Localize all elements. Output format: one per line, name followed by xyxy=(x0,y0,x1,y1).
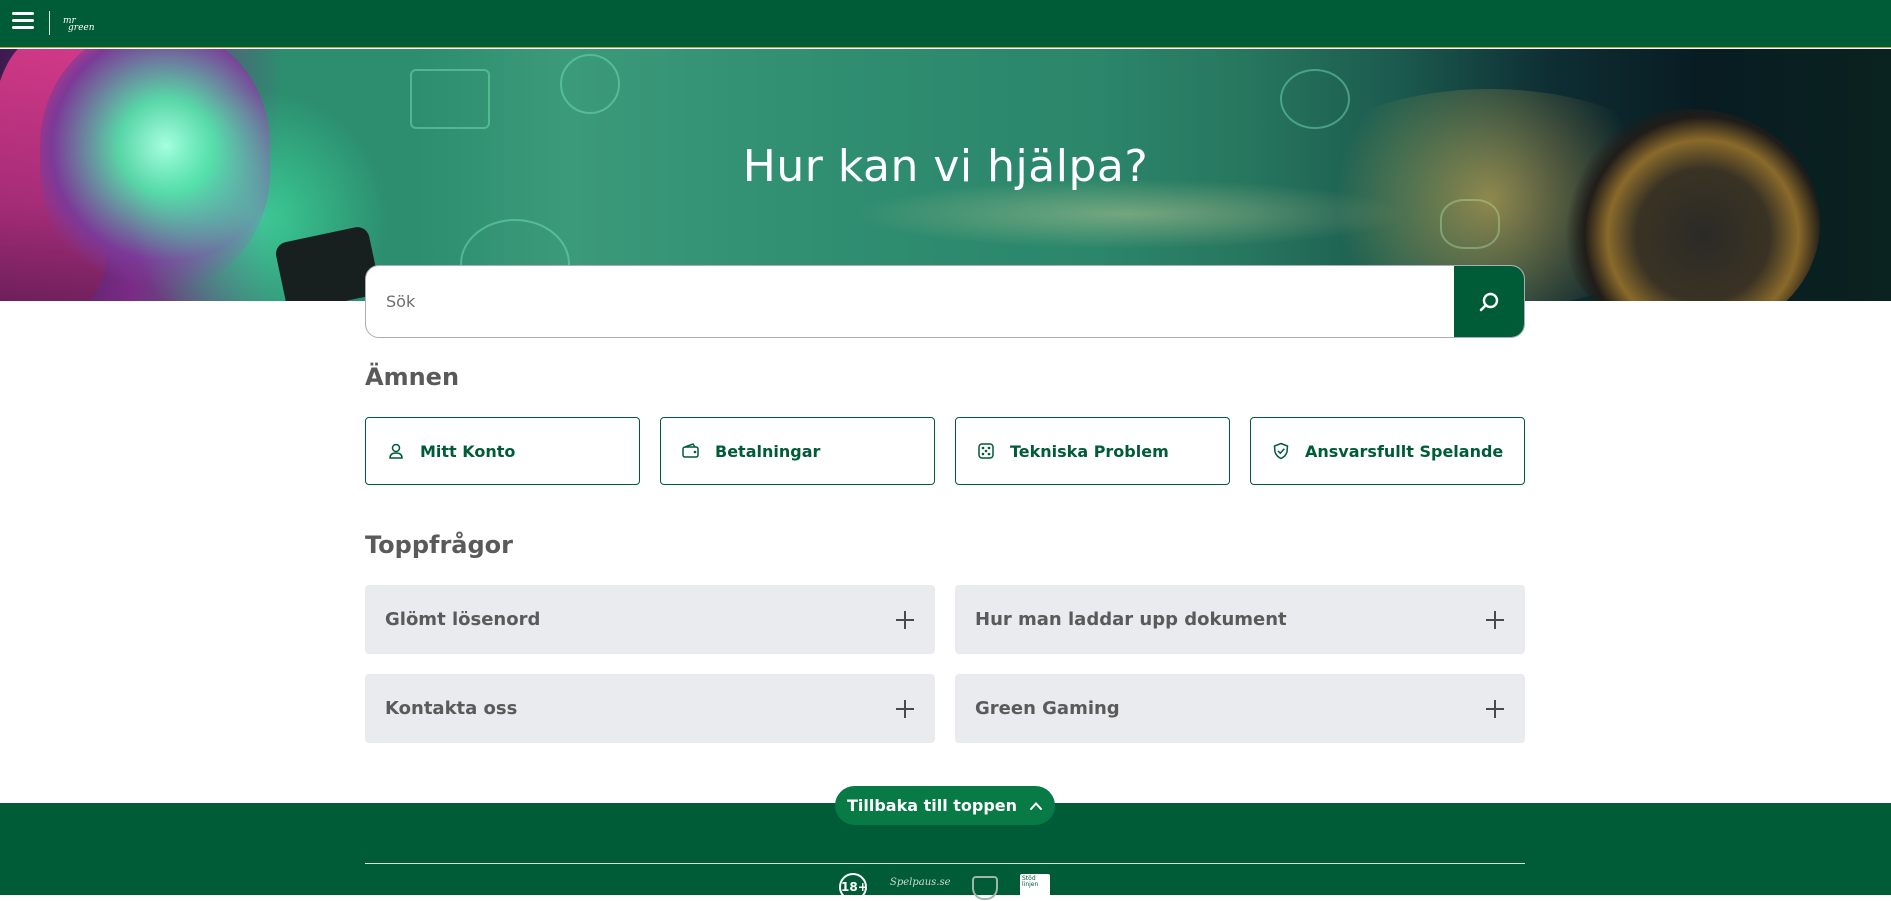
hero-decor-clock-icon xyxy=(1280,69,1350,129)
hero-decor-icon xyxy=(560,54,620,114)
shield-check-icon xyxy=(1271,441,1291,461)
plus-icon[interactable] xyxy=(1485,610,1505,630)
search-button[interactable] xyxy=(1454,266,1524,337)
search-icon xyxy=(1479,292,1499,311)
topbar-divider xyxy=(49,11,50,35)
faq-question: Hur man laddar upp dokument xyxy=(975,609,1287,630)
hero-title: Hur kan vi hjälpa? xyxy=(742,141,1149,192)
wallet-icon xyxy=(681,441,701,461)
dice-icon xyxy=(976,441,996,461)
plus-icon[interactable] xyxy=(895,610,915,630)
faq-question: Kontakta oss xyxy=(385,698,518,719)
back-to-top-button[interactable]: Tillbaka till toppen xyxy=(835,786,1055,825)
logo-text-green: green xyxy=(68,23,95,33)
age-18-badge[interactable]: 18+ xyxy=(839,873,868,901)
topic-label: Betalningar xyxy=(715,441,821,461)
plus-icon[interactable] xyxy=(895,699,915,719)
search-input[interactable] xyxy=(366,266,1454,337)
footer-divider xyxy=(365,863,1525,864)
topic-label: Tekniska Problem xyxy=(1010,441,1169,461)
spelpaus-logo[interactable]: Spelpaus.se xyxy=(890,877,951,888)
faq-item[interactable]: Glömt lösenord xyxy=(365,585,935,654)
hero-decor-icon xyxy=(410,69,490,129)
faq-question: Green Gaming xyxy=(975,698,1120,719)
faq-item[interactable]: Hur man laddar upp dokument xyxy=(955,585,1525,654)
topic-tekniska-problem[interactable]: Tekniska Problem xyxy=(955,417,1230,485)
top-bar: mr green xyxy=(0,0,1891,48)
back-to-top-label: Tillbaka till toppen xyxy=(846,796,1018,815)
chevron-up-icon xyxy=(1030,801,1043,810)
stodlinjen-logo[interactable]: Stöd linjen xyxy=(1020,874,1050,896)
topics-list: Mitt Konto Betalningar Tekniska Problem … xyxy=(365,417,1525,485)
faq-item[interactable]: Kontakta oss xyxy=(365,674,935,743)
license-shield-icon[interactable] xyxy=(972,876,998,900)
hamburger-menu-icon[interactable] xyxy=(12,12,34,30)
plus-icon[interactable] xyxy=(1485,699,1505,719)
faq-item[interactable]: Green Gaming xyxy=(955,674,1525,743)
user-icon xyxy=(386,441,406,461)
faq-heading: Toppfrågor xyxy=(365,531,514,559)
mr-green-logo[interactable]: mr green xyxy=(62,10,95,36)
faq-question: Glömt lösenord xyxy=(385,609,541,630)
topic-label: Ansvarsfullt Spelande xyxy=(1305,441,1504,461)
topic-ansvarsfullt-spelande[interactable]: Ansvarsfullt Spelande xyxy=(1250,417,1525,485)
topics-heading: Ämnen xyxy=(365,363,460,391)
topic-mitt-konto[interactable]: Mitt Konto xyxy=(365,417,640,485)
topic-label: Mitt Konto xyxy=(420,441,516,461)
hero-banner: Hur kan vi hjälpa? xyxy=(0,49,1891,301)
topic-betalningar[interactable]: Betalningar xyxy=(660,417,935,485)
search-bar xyxy=(365,265,1525,338)
